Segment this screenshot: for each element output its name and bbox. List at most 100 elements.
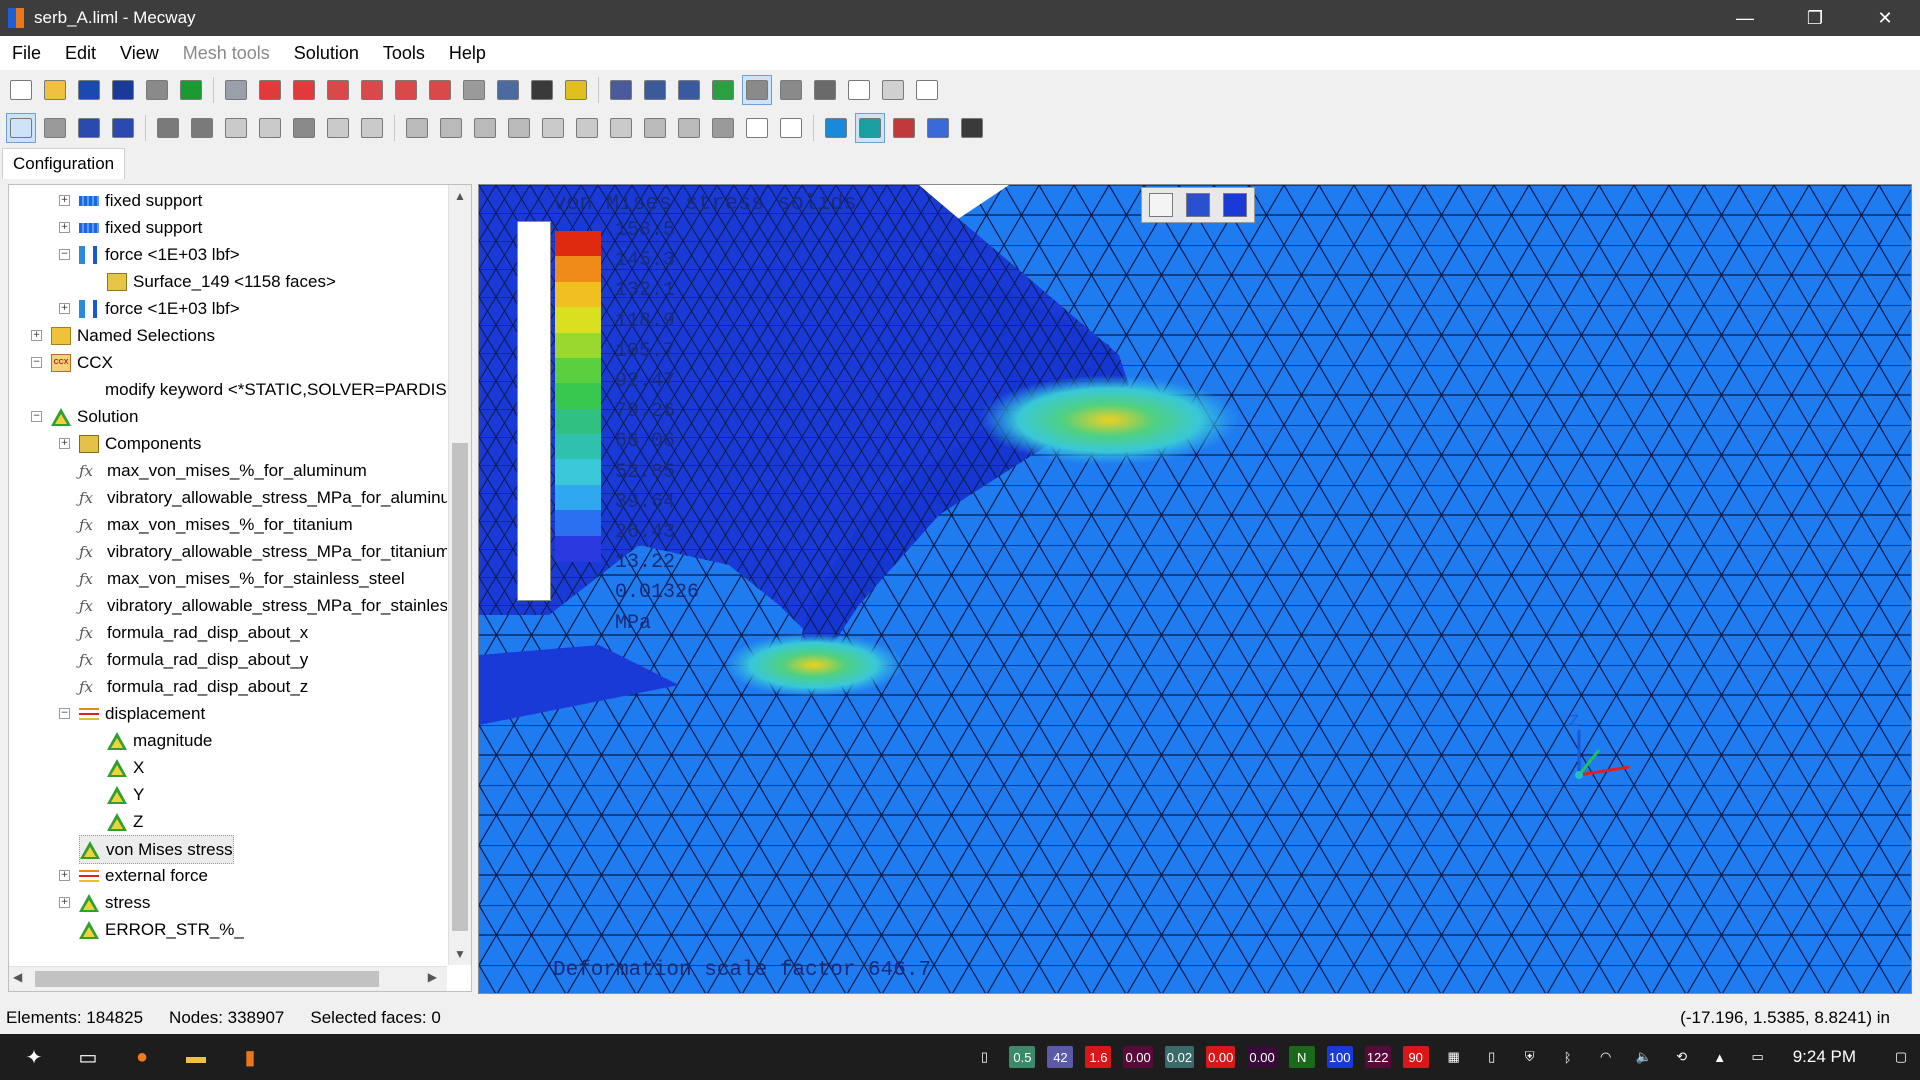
cube-button[interactable] <box>255 113 285 143</box>
tree-node[interactable]: fixed support <box>79 187 202 214</box>
undo-button[interactable] <box>108 75 138 105</box>
tree-node[interactable]: Z <box>107 808 143 835</box>
tree-node[interactable]: Named Selections <box>51 322 215 349</box>
back-button[interactable] <box>844 75 874 105</box>
tray-monitor-badge[interactable]: 0.00 <box>1206 1046 1236 1068</box>
hscroll-thumb[interactable] <box>35 971 379 987</box>
select-arrow-button[interactable] <box>6 113 36 143</box>
contour-2-button[interactable] <box>855 113 885 143</box>
tree-node[interactable]: fixed support <box>79 214 202 241</box>
forward-button[interactable] <box>912 75 942 105</box>
wireframe-button[interactable] <box>221 75 251 105</box>
scale-button[interactable] <box>504 113 534 143</box>
tree-node[interactable]: stress <box>79 889 150 916</box>
expand-icon[interactable]: + <box>59 897 70 908</box>
tree-node[interactable]: ƒx vibratory_allowable_stress_MPa_for_alu… <box>79 484 447 511</box>
start-icon[interactable]: ✦ <box>14 1037 54 1077</box>
view-bottom-button[interactable] <box>425 75 455 105</box>
nodes-button[interactable] <box>606 75 636 105</box>
tree-node[interactable]: modify keyword <*STATIC,SOLVER=PARDISO> <box>79 376 447 403</box>
scroll-down-icon[interactable]: ▼ <box>449 943 471 965</box>
zoom-button[interactable] <box>493 75 523 105</box>
select-dropdown-button[interactable] <box>640 75 670 105</box>
3d-viewport[interactable]: von Mises stress solids 158.5 145.3 132.1 1… <box>478 184 1912 994</box>
outline-button[interactable] <box>776 75 806 105</box>
box-button[interactable] <box>221 113 251 143</box>
mesh-button[interactable] <box>674 75 704 105</box>
expand-icon[interactable]: + <box>59 303 70 314</box>
cylinder-button[interactable] <box>538 113 568 143</box>
scroll-right-icon[interactable]: ▶ <box>428 970 437 984</box>
collapse-icon[interactable]: − <box>59 249 70 260</box>
view-right-button[interactable] <box>357 75 387 105</box>
move-button[interactable] <box>402 113 432 143</box>
tree-node[interactable]: von Mises stress <box>79 835 234 864</box>
mecway-taskbar-icon[interactable]: ▮ <box>230 1037 270 1077</box>
menu-solution[interactable]: Solution <box>282 43 371 64</box>
tree-vertical-scrollbar[interactable]: ▲ ▼ <box>448 185 471 965</box>
menu-help[interactable]: Help <box>437 43 498 64</box>
tray-monitor-badge[interactable]: N <box>1288 1046 1315 1068</box>
sync-icon[interactable]: ⟲ <box>1669 1046 1695 1068</box>
maximize-button[interactable]: ❐ <box>1780 0 1850 36</box>
view-shaded-icon[interactable] <box>1185 193 1210 217</box>
tray-monitor-badge[interactable]: 42 <box>1047 1046 1074 1068</box>
scroll-left-icon[interactable]: ◀ <box>13 970 22 984</box>
select-element-button[interactable] <box>74 113 104 143</box>
tray-monitor-badge[interactable]: 1.6 <box>1085 1046 1112 1068</box>
legend-slider[interactable] <box>517 221 551 601</box>
collapse-icon[interactable]: − <box>59 708 70 719</box>
hatch-button[interactable] <box>810 75 840 105</box>
solid-red-2-button[interactable] <box>289 75 319 105</box>
tree-node[interactable]: ƒx formula_rad_disp_about_y <box>79 646 308 673</box>
tree-node[interactable]: CCX CCX <box>51 349 113 376</box>
tree-node[interactable]: ƒx vibratory_allowable_stress_MPa_for_tit… <box>79 538 447 565</box>
explode-2-button[interactable] <box>187 113 217 143</box>
tree-node[interactable]: ƒx formula_rad_disp_about_x <box>79 619 308 646</box>
tree-node[interactable]: external force <box>79 862 208 889</box>
view-top-button[interactable] <box>391 75 421 105</box>
bend-button[interactable] <box>572 113 602 143</box>
explode-button[interactable] <box>153 113 183 143</box>
menu-tools[interactable]: Tools <box>371 43 437 64</box>
tray-monitor-badge[interactable]: 100 <box>1326 1046 1353 1068</box>
tree-node[interactable]: Solution <box>51 403 138 430</box>
merge-button[interactable] <box>357 113 387 143</box>
solid-red-button[interactable] <box>255 75 285 105</box>
select-face-button[interactable] <box>108 113 138 143</box>
tree-node[interactable]: X <box>107 754 144 781</box>
triangle-outline-button[interactable] <box>742 113 772 143</box>
expand-icon[interactable]: + <box>59 195 70 206</box>
view-front-icon[interactable] <box>1148 193 1173 217</box>
open-file-button[interactable] <box>40 75 70 105</box>
tree-node[interactable]: ERROR_STR_%_ <box>79 916 244 943</box>
tray-monitor-badge[interactable]: 0.00 <box>1247 1046 1277 1068</box>
folder-icon[interactable]: ▬ <box>176 1037 216 1077</box>
notifications-icon[interactable]: ▢ <box>1888 1046 1914 1068</box>
tab-configuration[interactable]: Configuration <box>2 148 126 179</box>
legend-button[interactable] <box>923 113 953 143</box>
tree-horizontal-scrollbar[interactable]: ◀ ▶ <box>9 966 447 991</box>
layers-button[interactable] <box>176 75 206 105</box>
menu-edit[interactable]: Edit <box>53 43 108 64</box>
tray-monitor-badge[interactable]: 0.00 <box>1123 1046 1153 1068</box>
network-tray-icon[interactable]: ▦ <box>1441 1046 1467 1068</box>
plot-button[interactable] <box>889 113 919 143</box>
tray-monitor-badge[interactable]: 122 <box>1364 1046 1391 1068</box>
table-button[interactable] <box>957 113 987 143</box>
tray-app-icon[interactable]: ▯ <box>971 1046 997 1068</box>
firefox-icon[interactable]: ● <box>122 1037 162 1077</box>
volume-icon[interactable]: 🔈 <box>1631 1046 1657 1068</box>
zoom-box-button[interactable] <box>459 75 489 105</box>
tree-node[interactable]: ƒx vibratory_allowable_stress_MPa_for_sta… <box>79 592 447 619</box>
tree-node[interactable]: Surface_149 <1158 faces> <box>107 268 336 295</box>
shaded-button[interactable] <box>742 75 772 105</box>
delete-button[interactable] <box>289 113 319 143</box>
expand-icon[interactable]: + <box>59 438 70 449</box>
view-solid-icon[interactable] <box>1223 193 1248 217</box>
explorer-pin-icon[interactable]: ▭ <box>68 1037 108 1077</box>
fit-button[interactable] <box>561 75 591 105</box>
tray-monitor-badge[interactable]: 0.5 <box>1009 1046 1036 1068</box>
wifi-icon[interactable]: ◠ <box>1593 1046 1619 1068</box>
tree-node[interactable]: ƒx formula_rad_disp_about_z <box>79 673 308 700</box>
